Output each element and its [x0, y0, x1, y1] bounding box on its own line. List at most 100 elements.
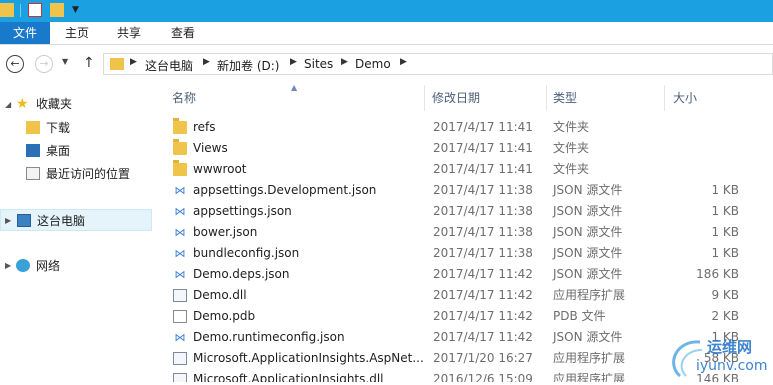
nav-downloads-label: 下载 — [46, 121, 71, 135]
json-file-icon: ⋈ — [174, 331, 186, 344]
breadcrumb-drive-d[interactable]: 新加卷 (D:) — [217, 57, 279, 74]
star-icon: ★ — [16, 96, 29, 112]
divider — [20, 4, 21, 17]
file-name: Demo.dll — [193, 288, 247, 302]
properties-icon[interactable] — [28, 3, 42, 17]
breadcrumb-demo[interactable]: Demo — [355, 57, 391, 71]
file-name: Views — [193, 141, 228, 155]
file-size: 1 KB — [711, 204, 739, 218]
expand-arrow-icon[interactable]: ▶ — [5, 210, 11, 232]
forward-button[interactable]: → — [35, 55, 53, 73]
file-row[interactable]: wwwroot 2017/4/17 11:41 文件夹 — [155, 159, 773, 180]
column-header-date[interactable]: 修改日期 — [425, 85, 547, 111]
file-date: 2017/4/17 11:41 — [433, 141, 533, 155]
file-type: JSON 源文件 — [553, 183, 623, 197]
file-type: JSON 源文件 — [553, 204, 623, 218]
chevron-right-icon[interactable]: ▶ — [400, 57, 407, 67]
file-name: refs — [193, 120, 216, 134]
folder-icon — [0, 3, 14, 17]
download-folder-icon — [26, 121, 40, 134]
file-name: bundleconfig.json — [193, 246, 300, 260]
file-date: 2017/1/20 16:27 — [433, 351, 533, 365]
file-size: 2 KB — [711, 309, 739, 323]
json-file-icon: ⋈ — [174, 184, 186, 197]
file-row[interactable]: ⋈ appsettings.json 2017/4/17 11:38 JSON 源文件… — [155, 201, 773, 222]
json-file-icon: ⋈ — [174, 247, 186, 260]
file-name: appsettings.json — [193, 204, 292, 218]
file-row[interactable]: ⋈ appsettings.Development.json 2017/4/17 1… — [155, 180, 773, 201]
nav-downloads[interactable]: 下载 — [0, 117, 150, 139]
file-row[interactable]: refs 2017/4/17 11:41 文件夹 — [155, 117, 773, 138]
new-folder-icon[interactable] — [50, 3, 64, 17]
file-row[interactable]: ⋈ bundleconfig.json 2017/4/17 11:38 JSON 源文… — [155, 243, 773, 264]
file-date: 2017/4/17 11:38 — [433, 225, 533, 239]
file-type: 应用程序扩展 — [553, 372, 626, 382]
chevron-right-icon[interactable]: ▶ — [341, 57, 348, 67]
back-button[interactable]: ← — [6, 55, 24, 73]
expand-arrow-icon[interactable]: ▶ — [5, 255, 11, 277]
file-size: 186 KB — [696, 267, 739, 281]
chevron-right-icon[interactable]: ▶ — [290, 57, 297, 67]
file-size: 9 KB — [711, 288, 739, 302]
file-type: JSON 源文件 — [553, 246, 623, 260]
nav-desktop[interactable]: 桌面 — [0, 140, 150, 162]
navigation-pane: ◢ ★ 收藏夹 下载 桌面 最近访问的位置 ▶ 这台电脑 ▶ 网络 — [0, 85, 155, 382]
watermark-url: iyunv.com — [696, 358, 768, 374]
file-date: 2017/4/17 11:42 — [433, 267, 533, 281]
nav-desktop-label: 桌面 — [46, 144, 71, 158]
file-row[interactable]: Demo.pdb 2017/4/17 11:42 PDB 文件 2 KB — [155, 306, 773, 327]
nav-this-pc[interactable]: ▶ 这台电脑 — [0, 209, 152, 231]
computer-icon — [17, 214, 31, 227]
chevron-right-icon[interactable]: ▶ — [130, 57, 137, 67]
file-date: 2017/4/17 11:42 — [433, 288, 533, 302]
nav-network[interactable]: ▶ 网络 — [0, 255, 150, 277]
file-name: bower.json — [193, 225, 258, 239]
breadcrumb-sites[interactable]: Sites — [304, 57, 333, 71]
file-type: JSON 源文件 — [553, 330, 623, 344]
file-name: Demo.deps.json — [193, 267, 290, 281]
file-row[interactable]: Demo.dll 2017/4/17 11:42 应用程序扩展 9 KB — [155, 285, 773, 306]
network-icon — [16, 259, 30, 272]
dll-file-icon — [173, 289, 187, 302]
tab-share[interactable]: 共享 — [104, 22, 154, 44]
tab-home[interactable]: 主页 — [52, 22, 102, 44]
file-date: 2017/4/17 11:38 — [433, 204, 533, 218]
nav-this-pc-label: 这台电脑 — [37, 214, 86, 228]
file-type: 文件夹 — [553, 162, 590, 176]
nav-network-label: 网络 — [36, 259, 61, 273]
column-header-name[interactable]: 名称 — [155, 85, 425, 111]
file-type: JSON 源文件 — [553, 225, 623, 239]
nav-recent-places[interactable]: 最近访问的位置 — [0, 163, 150, 185]
file-date: 2017/4/17 11:38 — [433, 246, 533, 260]
file-name: Demo.runtimeconfig.json — [193, 330, 345, 344]
recent-locations-dropdown[interactable]: ▼ — [62, 57, 68, 66]
customize-toolbar-icon[interactable]: ▼ — [72, 3, 82, 17]
column-header-type[interactable]: 类型 — [547, 85, 665, 111]
tab-file[interactable]: 文件 — [0, 22, 50, 44]
file-type: PDB 文件 — [553, 309, 606, 323]
nav-favorites[interactable]: ★ 收藏夹 — [0, 93, 150, 115]
file-date: 2016/12/6 15:09 — [433, 372, 533, 382]
file-size: 1 KB — [711, 246, 739, 260]
file-type: 文件夹 — [553, 141, 590, 155]
address-bar[interactable]: ▶ 这台电脑 ▶ 新加卷 (D:) ▶ Sites ▶ Demo ▶ — [103, 53, 773, 75]
file-date: 2017/4/17 11:38 — [433, 183, 533, 197]
folder-icon — [173, 118, 187, 134]
up-button[interactable]: ↑ — [83, 55, 95, 71]
file-name: Microsoft.ApplicationInsights.AspNet... — [193, 351, 424, 365]
file-type: 应用程序扩展 — [553, 351, 626, 365]
title-bar: ▼ — [0, 0, 773, 22]
nav-favorites-label: 收藏夹 — [36, 97, 73, 111]
column-header-size[interactable]: 大小 — [665, 85, 759, 111]
chevron-right-icon[interactable]: ▶ — [203, 57, 210, 67]
tab-view[interactable]: 查看 — [158, 22, 208, 44]
file-row[interactable]: ⋈ Demo.deps.json 2017/4/17 11:42 JSON 源文件 18… — [155, 264, 773, 285]
file-date: 2017/4/17 11:42 — [433, 330, 533, 344]
file-row[interactable]: ⋈ bower.json 2017/4/17 11:38 JSON 源文件 1 KB — [155, 222, 773, 243]
document-icon — [173, 310, 187, 323]
file-row[interactable]: Views 2017/4/17 11:41 文件夹 — [155, 138, 773, 159]
dll-file-icon — [173, 352, 187, 365]
address-row: ← → ▼ ↑ ▶ 这台电脑 ▶ 新加卷 (D:) ▶ Sites ▶ Demo… — [0, 45, 773, 85]
breadcrumb-this-pc[interactable]: 这台电脑 — [145, 57, 193, 74]
file-name: appsettings.Development.json — [193, 183, 377, 197]
